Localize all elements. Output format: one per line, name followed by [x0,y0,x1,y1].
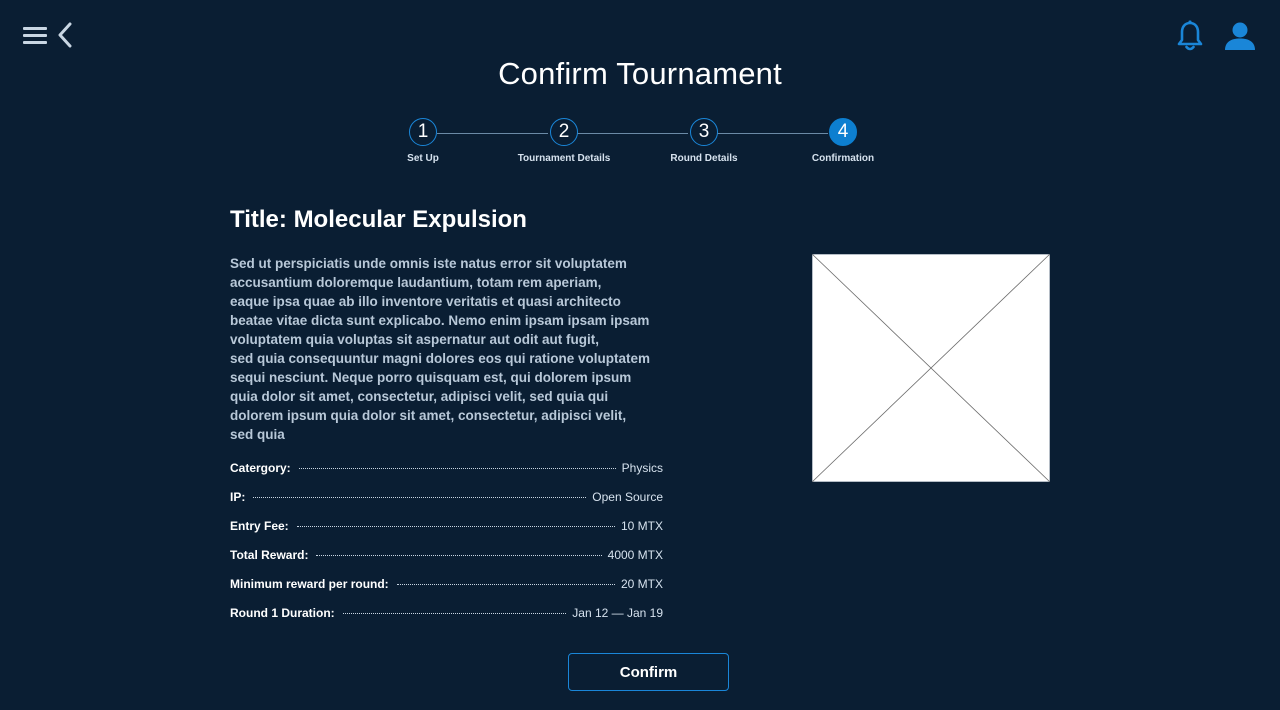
details-list: Catergory: Physics IP: Open Source Entry… [230,461,663,635]
detail-value: Open Source [592,490,663,504]
detail-label: Catergory: [230,461,291,475]
bell-icon[interactable] [1176,20,1204,57]
detail-value: 20 MTX [620,577,663,591]
detail-label: Entry Fee: [230,519,289,533]
leader-dots [298,468,616,469]
step-number: 4 [829,118,857,146]
detail-row-category: Catergory: Physics [230,461,663,490]
detail-row-total-reward: Total Reward: 4000 MTX [230,548,663,577]
topbar-right [1176,20,1256,57]
detail-value: 4000 MTX [607,548,663,562]
step-label: Round Details [670,153,738,164]
detail-label: Total Reward: [230,548,309,562]
leader-dots [396,584,615,585]
step-number: 1 [409,118,437,146]
leader-dots [296,526,615,527]
menu-icon[interactable] [22,23,48,52]
detail-value: Jan 12 — Jan 19 [572,606,663,620]
leader-dots [253,497,587,498]
step-round-details[interactable]: 3 Round Details [634,118,774,164]
step-label: Confirmation [811,153,875,164]
tournament-description: Sed ut perspiciatis unde omnis iste natu… [230,256,651,442]
detail-row-round-duration: Round 1 Duration: Jan 12 — Jan 19 [230,606,663,635]
step-setup[interactable]: 1 Set Up [353,118,493,164]
step-number: 3 [690,118,718,146]
image-placeholder [811,253,1051,483]
user-icon[interactable] [1224,21,1256,56]
step-label: Set Up [407,153,439,164]
detail-value: Physics [621,461,663,475]
leader-dots [316,555,602,556]
confirm-button[interactable]: Confirm [568,653,729,691]
detail-row-min-reward: Minimum reward per round: 20 MTX [230,577,663,606]
leader-dots [342,613,567,614]
step-tournament-details[interactable]: 2 Tournament Details [494,118,634,164]
step-label: Tournament Details [517,153,611,164]
detail-label: Round 1 Duration: [230,606,335,620]
topbar-left [22,22,74,53]
step-number: 2 [550,118,578,146]
detail-row-entry-fee: Entry Fee: 10 MTX [230,519,663,548]
detail-label: IP: [230,490,246,504]
back-icon[interactable] [56,22,74,53]
detail-value: 10 MTX [620,519,663,533]
tournament-title: Title: Molecular Expulsion [230,206,527,233]
step-confirmation[interactable]: 4 Confirmation [773,118,913,164]
page-title: Confirm Tournament [498,56,782,91]
stepper: 1 Set Up 2 Tournament Details 3 Round De… [0,118,1280,178]
detail-label: Minimum reward per round: [230,577,389,591]
detail-row-ip: IP: Open Source [230,490,663,519]
